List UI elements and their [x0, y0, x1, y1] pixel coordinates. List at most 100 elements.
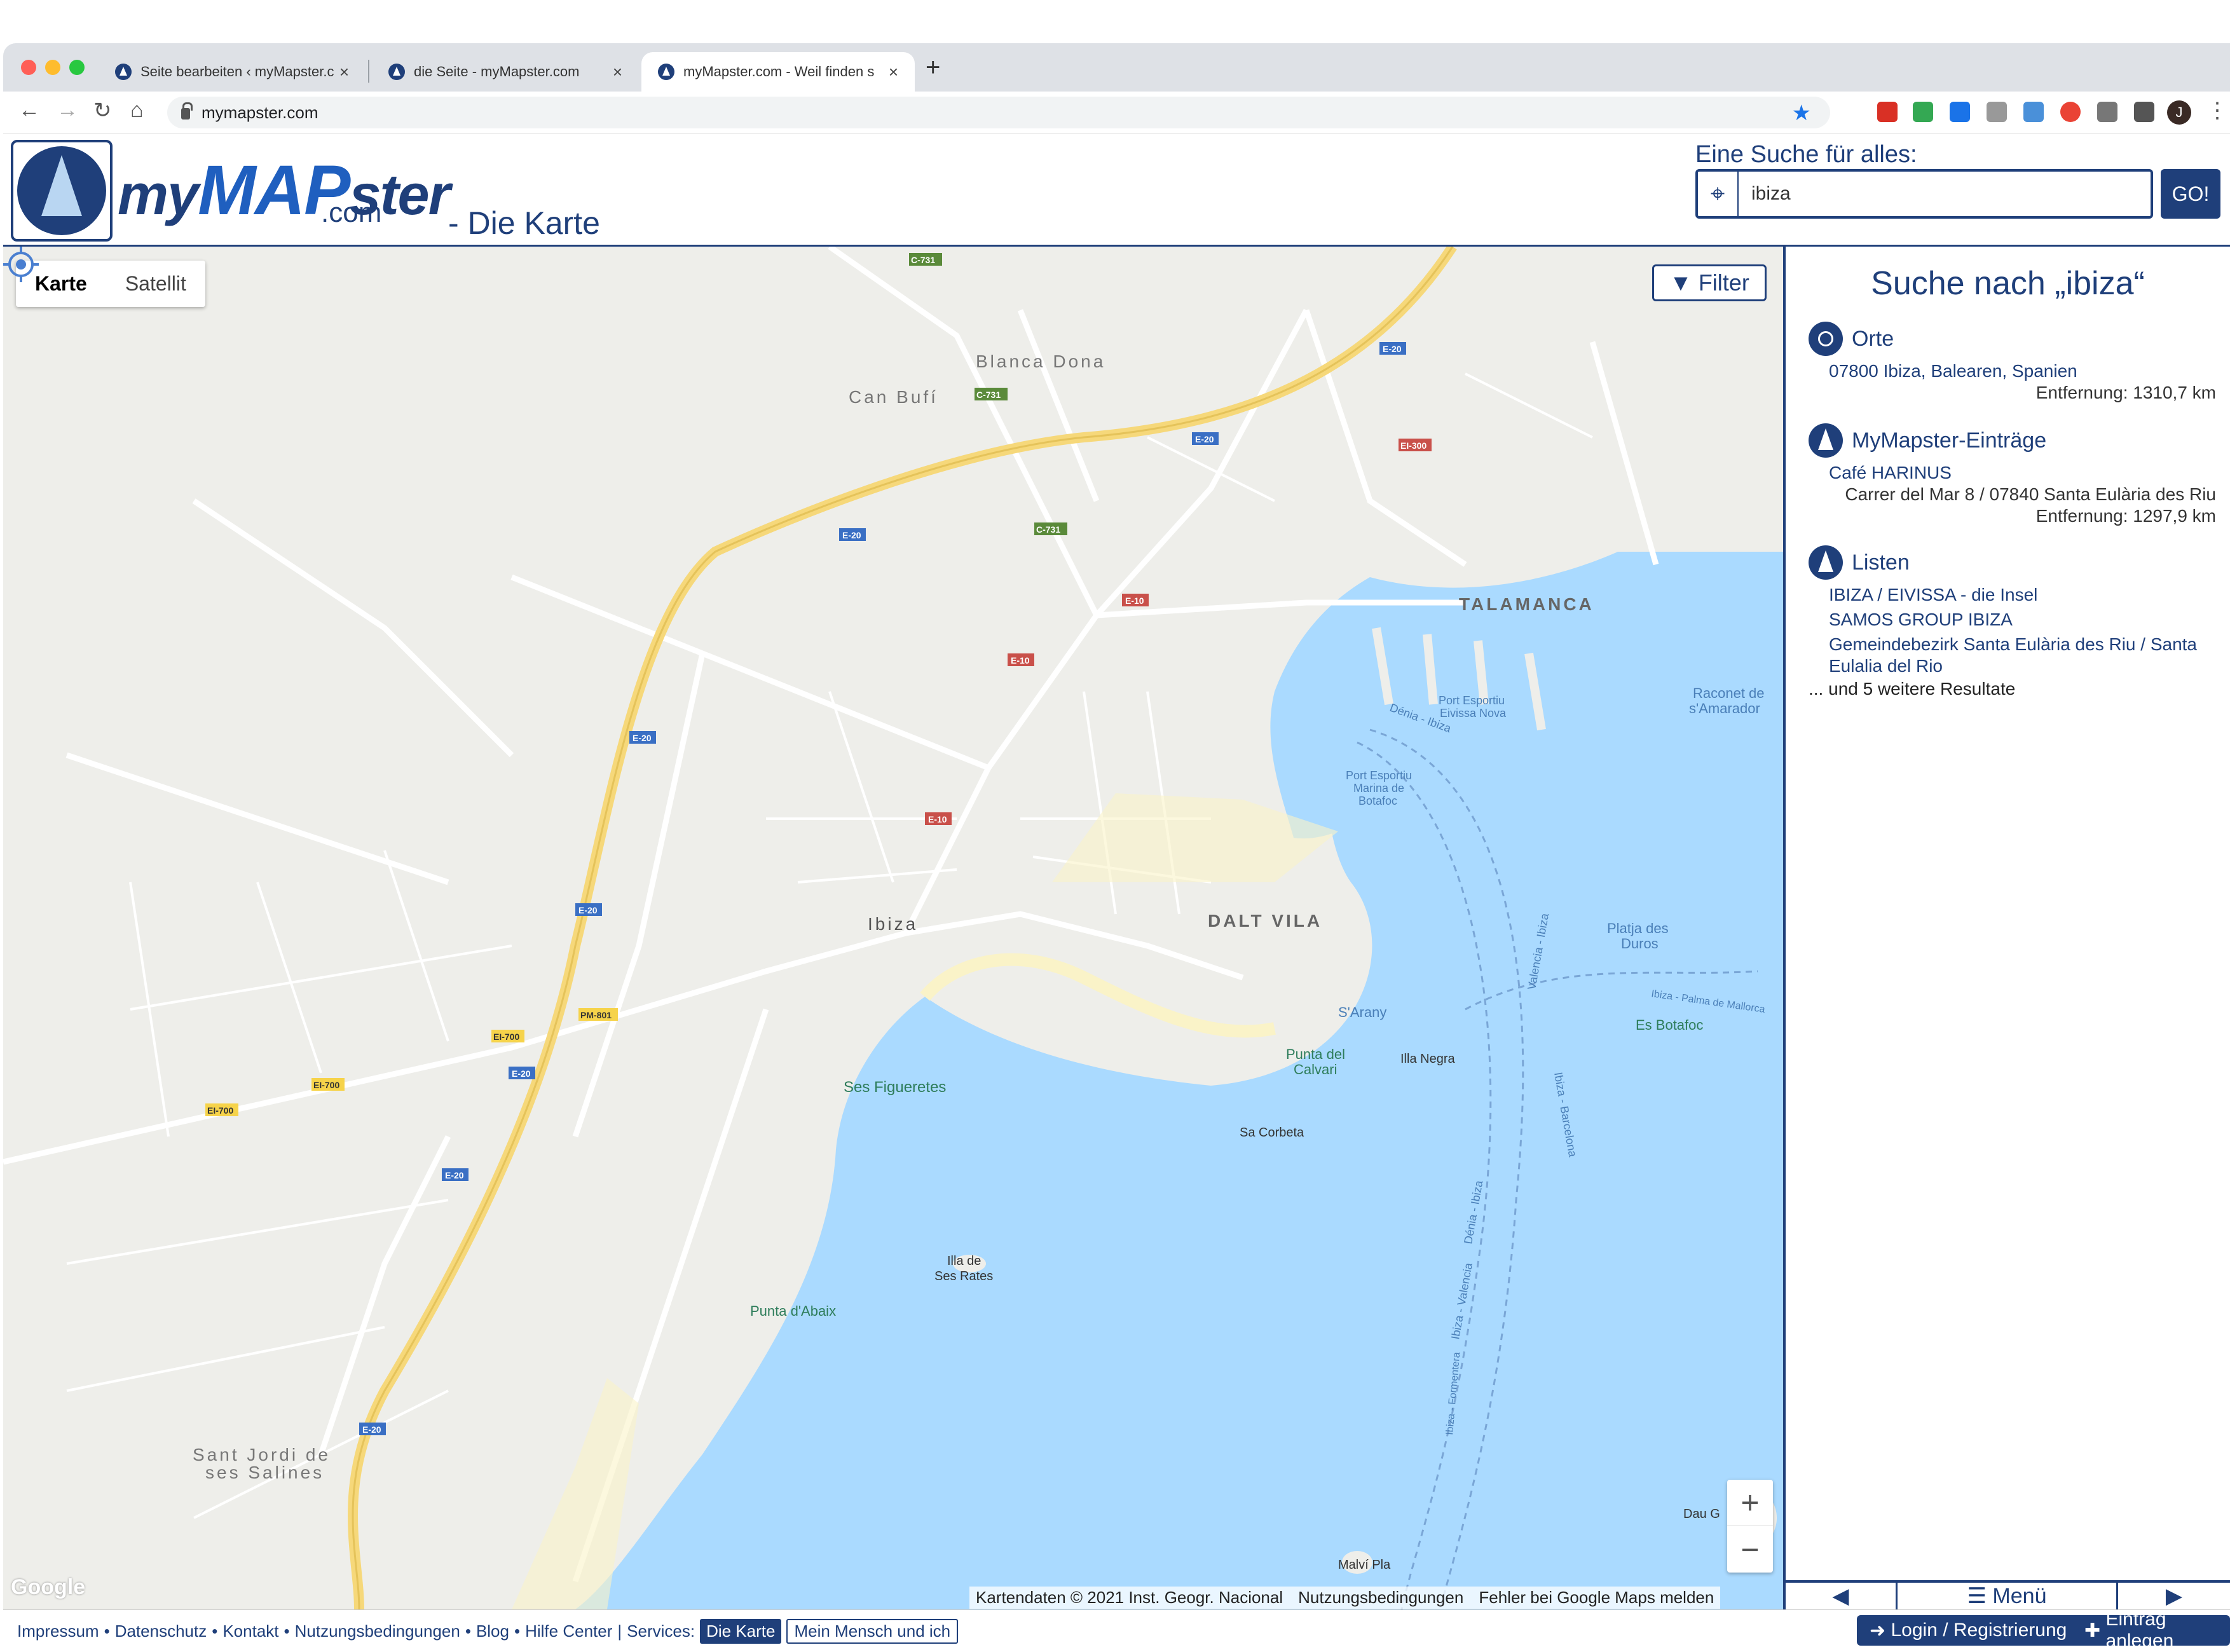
reload-icon[interactable]: ↻: [93, 98, 112, 123]
zoom-out-button[interactable]: −: [1727, 1526, 1773, 1573]
sail-extension-icon[interactable]: [2023, 102, 2044, 122]
label-illa-rates-1: Illa de: [947, 1254, 981, 1268]
result-link-ibiza[interactable]: 07800 Ibiza, Balearen, Spanien: [1829, 361, 2077, 381]
map-canvas[interactable]: E-20 E-20 E-20 E-20 E-20 E-20 E-20 E-20 …: [3, 247, 1783, 1609]
footer-link-blog[interactable]: Blog: [476, 1621, 509, 1641]
label-platja-duros-2: Duros: [1621, 936, 1659, 952]
more-results[interactable]: ... und 5 weitere Resultate: [1809, 679, 2015, 699]
terms-link[interactable]: Nutzungsbedingungen: [1298, 1588, 1463, 1608]
results-sidebar: Suche nach „ibiza“ Orte 07800 Ibiza, Bal…: [1783, 247, 2230, 1609]
puzzle-extensions-icon[interactable]: [2134, 102, 2154, 122]
tab-title: myMapster.com - Weil finden s: [683, 64, 875, 79]
prev-arrow-icon[interactable]: ◀: [1786, 1583, 1898, 1609]
logo-sail-icon: [17, 146, 106, 235]
close-tab-icon[interactable]: ×: [613, 62, 622, 82]
sea-area: [575, 552, 1783, 1609]
bookmark-star-icon[interactable]: ★: [1792, 100, 1811, 126]
road-shield-label: E-20: [842, 530, 861, 540]
list-link[interactable]: SAMOS GROUP IBIZA: [1829, 610, 2013, 630]
service-mein-mensch[interactable]: Mein Mensch und ich: [786, 1618, 959, 1644]
list-extension-icon[interactable]: [2097, 102, 2117, 122]
list-link[interactable]: Gemeindebezirk Santa Eulària des Riu / S…: [1829, 634, 2197, 655]
label-dalt-vila: DALT VILA: [1208, 911, 1322, 931]
page-subtitle: - Die Karte: [448, 205, 600, 241]
tab-title: Seite bearbeiten ‹ myMapster.c: [140, 64, 334, 79]
lock-icon: [181, 102, 193, 119]
section-label: Orte: [1852, 326, 1894, 351]
locate-crosshair-icon[interactable]: ⌖: [1698, 172, 1739, 216]
services-label: Services:: [627, 1621, 695, 1641]
download-extension-icon[interactable]: [1950, 102, 1970, 122]
result-link-cafe[interactable]: Café HARINUS: [1829, 463, 1952, 483]
address-bar[interactable]: mymapster.com ★: [167, 97, 1830, 128]
browser-tab-strip: Seite bearbeiten ‹ myMapster.c × die Sei…: [3, 43, 2230, 92]
footer-link-impressum[interactable]: Impressum: [17, 1621, 99, 1641]
road-shield-label: EI-300: [1400, 440, 1426, 451]
map-type-satellit[interactable]: Satellit: [106, 261, 205, 307]
add-entry-button[interactable]: ✚ Eintrag anlegen: [2072, 1609, 2230, 1651]
footer-link-datenschutz[interactable]: Datenschutz: [115, 1621, 207, 1641]
label-dau-gran: Dau G: [1683, 1507, 1720, 1521]
map-type-control: Karte Satellit: [16, 261, 205, 307]
road-shield-label: E-10: [1125, 596, 1144, 606]
search-box: ⌖: [1695, 169, 2153, 219]
go-button[interactable]: GO!: [2161, 169, 2220, 219]
label-raconet-2: s'Amarador: [1689, 700, 1760, 716]
sidebar-nav: ◀ ☰ Menü ▶: [1786, 1580, 2230, 1609]
profile-avatar[interactable]: J: [2167, 100, 2191, 125]
next-arrow-icon[interactable]: ▶: [2118, 1583, 2230, 1609]
section-entries: MyMapster-Einträge: [1809, 423, 2046, 458]
zoom-in-button[interactable]: +: [1727, 1480, 1773, 1526]
search-input[interactable]: [1751, 183, 2133, 205]
label-sa-corbeta: Sa Corbeta: [1240, 1126, 1304, 1140]
road-shield-label: E-20: [578, 905, 598, 915]
sail-icon: [1809, 423, 1843, 458]
browser-tab-1[interactable]: Seite bearbeiten ‹ myMapster.c ×: [99, 52, 366, 92]
section-label: MyMapster-Einträge: [1852, 428, 2047, 453]
footer-link-hilfe[interactable]: Hilfe Center: [525, 1621, 612, 1641]
map-attribution: Kartendaten © 2021 Inst. Geogr. Nacional…: [969, 1587, 1721, 1609]
label-ses-figueretes: Ses Figueretes: [844, 1079, 946, 1096]
close-window-button[interactable]: [21, 60, 36, 75]
road-shield-label: E-20: [512, 1068, 531, 1079]
label-malvi-pla: Malví Pla: [1338, 1558, 1391, 1572]
menu-button[interactable]: ☰ Menü: [1898, 1583, 2118, 1609]
back-icon[interactable]: ←: [18, 98, 40, 123]
close-tab-icon[interactable]: ×: [889, 62, 898, 82]
label-raconet-1: Raconet de: [1693, 685, 1765, 701]
report-error-link[interactable]: Fehler bei Google Maps melden: [1479, 1588, 1714, 1608]
service-die-karte[interactable]: Die Karte: [700, 1618, 782, 1644]
forward-icon[interactable]: →: [57, 98, 78, 123]
list-link[interactable]: IBIZA / EIVISSA - die Insel: [1829, 585, 2037, 605]
browser-tab-2[interactable]: die Seite - myMapster.com ×: [372, 52, 639, 92]
label-port-botafoc-3: Botafoc: [1358, 795, 1397, 807]
minimize-window-button[interactable]: [45, 60, 60, 75]
logo-wordmark[interactable]: myMAPster: [118, 150, 451, 231]
url-text: mymapster.com: [202, 102, 318, 122]
road-shield-label: E-20: [445, 1170, 464, 1180]
compass-icon: [1809, 322, 1843, 356]
zoom-window-button[interactable]: [69, 60, 85, 75]
label-punta-calvari-2: Calvari: [1294, 1062, 1337, 1077]
login-button[interactable]: ➜ Login / Registrierung: [1857, 1615, 2080, 1646]
map-graphic: E-20 E-20 E-20 E-20 E-20 E-20 E-20 E-20 …: [3, 247, 1783, 1609]
new-tab-button[interactable]: +: [926, 53, 940, 82]
road-shield-label: EI-700: [493, 1032, 519, 1042]
road-shield-label: E-20: [633, 733, 652, 743]
footer-link-nutzungsbedingungen[interactable]: Nutzungsbedingungen: [295, 1621, 460, 1641]
filter-button[interactable]: ▼ Filter: [1652, 264, 1767, 301]
browser-tab-3-active[interactable]: myMapster.com - Weil finden s ×: [641, 52, 915, 92]
drive-extension-icon[interactable]: [1913, 102, 1933, 122]
browser-menu-icon[interactable]: ⋮: [2206, 98, 2228, 123]
browser-toolbar: ← → ↻ ⌂ mymapster.com ★ J ⋮: [3, 92, 2230, 133]
label-illa-negra: Illa Negra: [1400, 1052, 1455, 1066]
footer-link-kontakt[interactable]: Kontakt: [222, 1621, 278, 1641]
home-icon[interactable]: ⌂: [130, 98, 144, 123]
screenshot-extension-icon[interactable]: [1987, 102, 2007, 122]
calendar-extension-icon[interactable]: [1877, 102, 1898, 122]
location-marker-icon[interactable]: [3, 247, 39, 282]
list-link-continued[interactable]: Eulalia del Rio: [1829, 656, 1943, 676]
mymapster-logo-icon[interactable]: [11, 140, 113, 242]
close-tab-icon[interactable]: ×: [339, 62, 349, 82]
color-extension-icon[interactable]: [2060, 102, 2081, 122]
